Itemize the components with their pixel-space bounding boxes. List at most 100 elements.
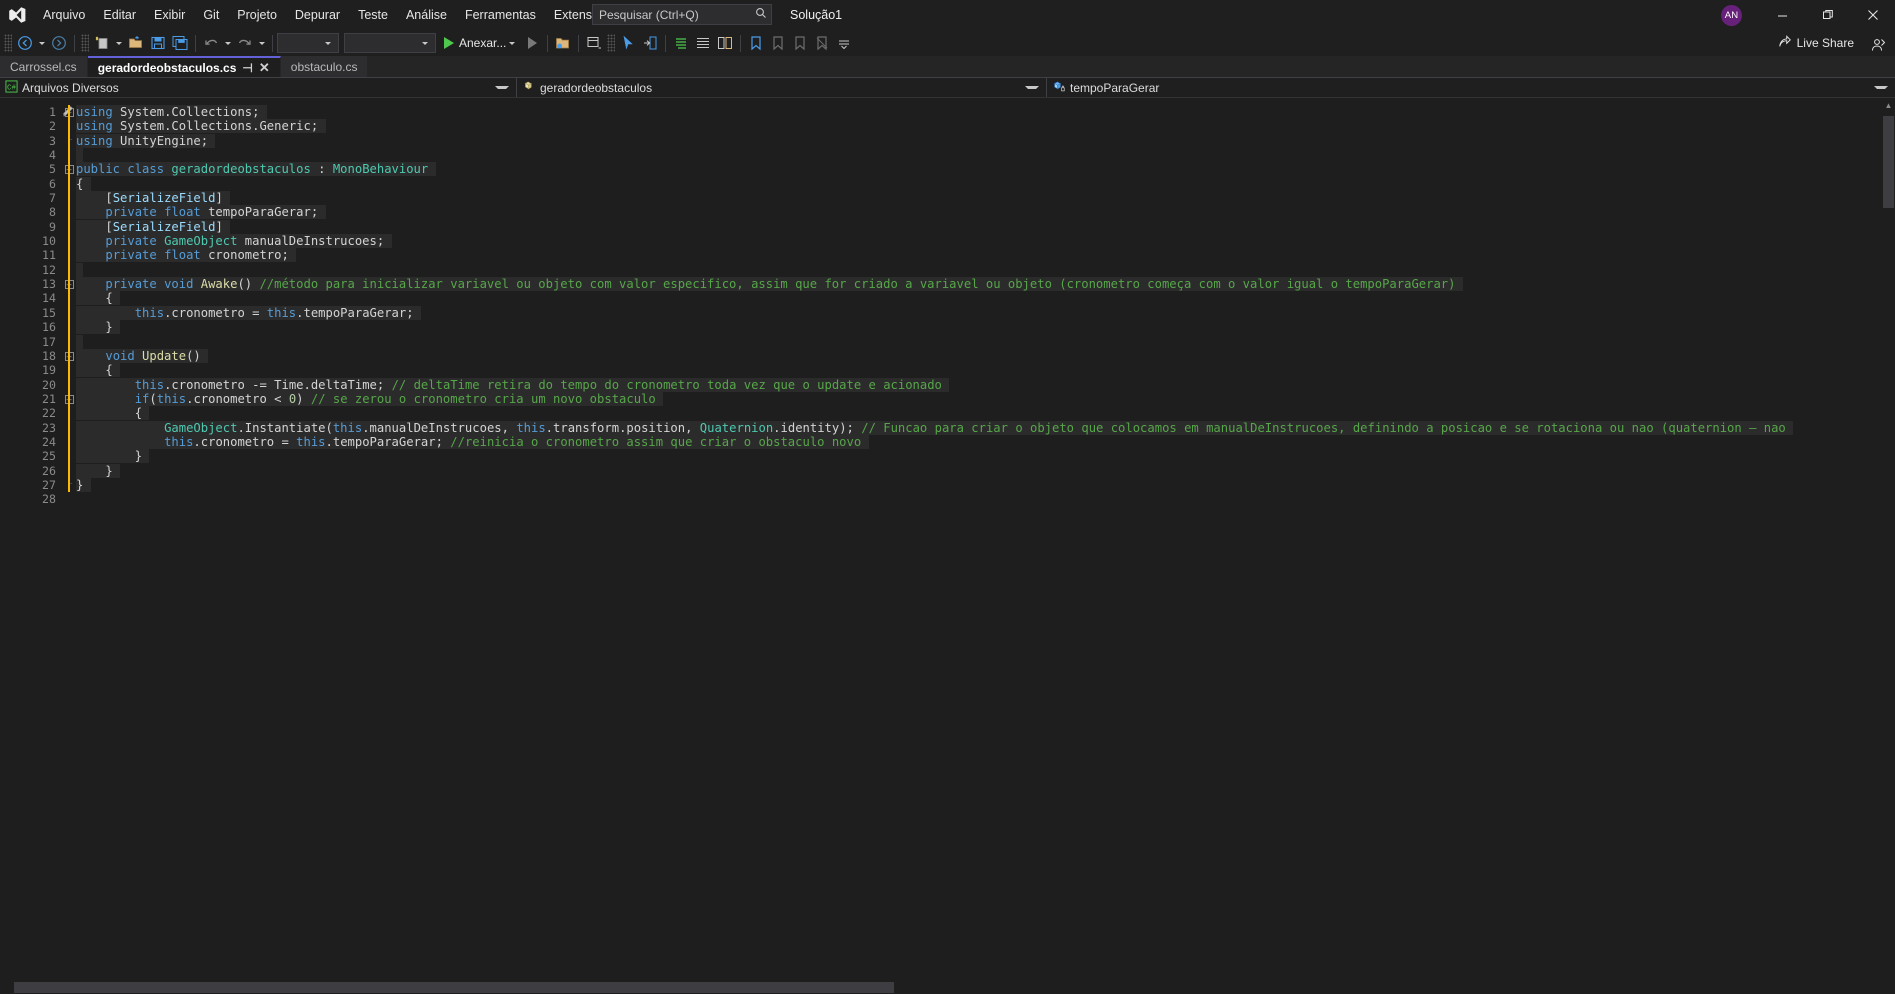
navigate-back-icon[interactable] xyxy=(14,32,36,54)
code-line-text xyxy=(76,262,1895,277)
toolbar-grip-3[interactable] xyxy=(607,34,616,52)
menu-item-depurar[interactable]: Depurar xyxy=(286,0,349,30)
code-line[interactable]: 20┊ this.cronometro -= Time.deltaTime; /… xyxy=(0,377,1895,392)
navbar-project-label: Arquivos Diversos xyxy=(22,80,119,95)
code-line[interactable]: 18– void Update() xyxy=(0,348,1895,363)
menu-item-analise[interactable]: Análise xyxy=(397,0,456,30)
bookmark-icon[interactable] xyxy=(745,32,767,54)
lines-icon[interactable] xyxy=(692,32,714,54)
platform-combo[interactable] xyxy=(344,33,436,53)
start-without-debugging-icon[interactable] xyxy=(521,32,543,54)
code-line[interactable]: 14┊ { xyxy=(0,291,1895,306)
scroll-up-icon[interactable]: ▲ xyxy=(1882,98,1895,113)
code-line[interactable]: 17┊ xyxy=(0,334,1895,349)
menu-item-teste[interactable]: Teste xyxy=(349,0,397,30)
open-file-icon[interactable] xyxy=(125,32,147,54)
new-item-dropdown-icon[interactable] xyxy=(116,41,122,45)
code-line[interactable]: 13– private void Awake() //método para i… xyxy=(0,277,1895,292)
chevron-down-icon[interactable] xyxy=(1025,86,1039,89)
chevron-down-icon[interactable] xyxy=(1874,86,1888,89)
code-line[interactable]: 1–using System.Collections; xyxy=(0,105,1895,119)
code-line[interactable]: 24┊ this.cronometro = this.tempoParaGera… xyxy=(0,434,1895,449)
code-line[interactable]: 25┊ } xyxy=(0,449,1895,464)
code-line[interactable]: 15┊ this.cronometro = this.tempoParaGera… xyxy=(0,305,1895,320)
undo-dropdown-icon[interactable] xyxy=(225,41,231,45)
code-line[interactable]: 23┊ GameObject.Instantiate(this.manualDe… xyxy=(0,420,1895,435)
bookmark-clear-icon[interactable] xyxy=(811,32,833,54)
code-line[interactable]: 6│{ xyxy=(0,176,1895,191)
folder-with-gear-icon[interactable] xyxy=(552,32,574,54)
close-button[interactable] xyxy=(1850,0,1895,30)
code-line[interactable]: 28 xyxy=(0,492,1895,506)
code-line[interactable]: 21– if(this.cronometro < 0) // se zerou … xyxy=(0,391,1895,406)
tab-geradordeobstaculos-cs[interactable]: geradordeobstaculos.cs ⊣ ✕ xyxy=(87,56,281,77)
live-share-button[interactable]: Live Share xyxy=(1773,32,1859,54)
configuration-combo[interactable] xyxy=(277,33,339,53)
menu-item-editar[interactable]: Editar xyxy=(94,0,145,30)
code-line[interactable]: 16┊ } xyxy=(0,320,1895,335)
window-layout-icon[interactable] xyxy=(583,32,605,54)
step-into-icon[interactable] xyxy=(639,32,661,54)
maximize-button[interactable] xyxy=(1805,0,1850,30)
menu-item-git[interactable]: Git xyxy=(194,0,228,30)
menu-item-arquivo[interactable]: Arquivo xyxy=(34,0,94,30)
toolbar-overflow-icon[interactable] xyxy=(833,32,855,54)
compare-icon[interactable] xyxy=(714,32,736,54)
code-line[interactable]: 12┊ xyxy=(0,262,1895,277)
code-line[interactable]: 10┊ private GameObject manualDeInstrucoe… xyxy=(0,234,1895,249)
toolbar-separator xyxy=(74,34,75,52)
code-line[interactable]: 26┊ } xyxy=(0,463,1895,478)
navbar-member-dropdown[interactable]: tempoParaGerar xyxy=(1047,78,1895,97)
code-line-text xyxy=(76,148,1895,163)
navbar-project-dropdown[interactable]: C# Arquivos Diversos xyxy=(0,78,517,97)
code-lines-container[interactable]: 1–using System.Collections; 2│using Syst… xyxy=(0,98,1895,994)
attach-debug-dropdown-icon[interactable] xyxy=(509,41,516,45)
code-editor[interactable]: 1–using System.Collections; 2│using Syst… xyxy=(0,98,1895,994)
attach-debug-button[interactable]: Anexar... xyxy=(441,32,521,54)
code-line[interactable]: 2│using System.Collections.Generic; xyxy=(0,119,1895,134)
bookmark-next-icon[interactable] xyxy=(789,32,811,54)
send-feedback-icon[interactable] xyxy=(1867,34,1889,56)
code-line[interactable]: 5–public class geradordeobstaculos : Mon… xyxy=(0,162,1895,177)
menu-item-exibir[interactable]: Exibir xyxy=(145,0,194,30)
avatar[interactable]: AN xyxy=(1721,4,1742,26)
search-input[interactable]: Pesquisar (Ctrl+Q) xyxy=(592,4,772,25)
list-icon[interactable] xyxy=(670,32,692,54)
redo-dropdown-icon[interactable] xyxy=(259,41,265,45)
navbar-type-dropdown[interactable]: geradordeobstaculos xyxy=(517,78,1047,97)
horizontal-scrollbar-thumb[interactable] xyxy=(14,982,894,993)
code-line[interactable]: 9┊ [SerializeField] xyxy=(0,219,1895,234)
navigate-forward-icon[interactable] xyxy=(48,32,70,54)
code-line[interactable]: 22┊ { xyxy=(0,406,1895,421)
pin-icon[interactable]: ⊣ xyxy=(242,62,252,74)
code-line[interactable]: 19┊ { xyxy=(0,363,1895,378)
code-line[interactable]: 7┊ [SerializeField] xyxy=(0,191,1895,206)
new-item-icon[interactable] xyxy=(91,32,113,54)
save-all-icon[interactable] xyxy=(169,32,191,54)
toolbar-grip[interactable] xyxy=(4,34,12,52)
redo-icon[interactable] xyxy=(234,32,256,54)
chevron-down-icon[interactable] xyxy=(495,86,509,89)
tab-carrossel-cs[interactable]: Carrossel.cs xyxy=(0,56,88,77)
vertical-scrollbar-thumb[interactable] xyxy=(1883,116,1894,208)
code-line[interactable]: 4 xyxy=(0,148,1895,163)
editor-navigation-bar: C# Arquivos Diversos geradordeobstaculos… xyxy=(0,78,1895,98)
line-number: 21 xyxy=(42,391,56,406)
save-icon[interactable] xyxy=(147,32,169,54)
code-line[interactable]: 3└using UnityEngine; xyxy=(0,133,1895,148)
code-line[interactable]: 27└} xyxy=(0,477,1895,492)
horizontal-scrollbar[interactable] xyxy=(0,981,1895,994)
undo-icon[interactable] xyxy=(200,32,222,54)
close-icon[interactable]: ✕ xyxy=(259,61,270,74)
navigate-back-dropdown-icon[interactable] xyxy=(39,41,45,45)
bookmark-previous-icon[interactable] xyxy=(767,32,789,54)
code-line[interactable]: 11┊ private float cronometro; xyxy=(0,248,1895,263)
vertical-scrollbar[interactable]: ▲ ▼ xyxy=(1882,98,1895,994)
pointer-icon[interactable] xyxy=(617,32,639,54)
tab-obstaculo-cs[interactable]: obstaculo.cs xyxy=(280,56,369,77)
code-line[interactable]: 8┊ private float tempoParaGerar; xyxy=(0,205,1895,220)
menu-item-projeto[interactable]: Projeto xyxy=(228,0,286,30)
toolbar-grip-2[interactable] xyxy=(81,34,89,52)
minimize-button[interactable] xyxy=(1760,0,1805,30)
menu-item-ferramentas[interactable]: Ferramentas xyxy=(456,0,545,30)
